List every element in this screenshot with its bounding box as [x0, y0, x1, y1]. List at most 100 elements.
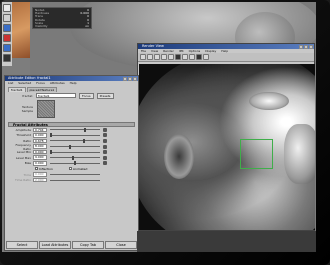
rotate-tool-icon[interactable]: [3, 44, 11, 52]
render-view-window: Render View File View Render IPR Options…: [137, 43, 315, 231]
minimize-icon[interactable]: [299, 44, 303, 49]
map-texture-icon[interactable]: [103, 127, 107, 132]
attribute-slider[interactable]: [50, 138, 100, 143]
tab-fractal1[interactable]: fractal1: [8, 87, 26, 92]
checkbox-box[interactable]: [35, 167, 38, 171]
node-tabs: fractal1 place2dTexture1: [5, 85, 138, 92]
section-title: Fractal Attributes: [13, 123, 48, 127]
menu-help[interactable]: Help: [70, 81, 77, 85]
map-texture-icon[interactable]: [103, 150, 107, 155]
menu-list[interactable]: List: [8, 81, 13, 85]
attribute-value-field[interactable]: 9.000: [33, 155, 47, 161]
attribute-slider[interactable]: [50, 133, 100, 138]
maximize-icon[interactable]: [128, 76, 132, 81]
focus-button[interactable]: Focus: [79, 92, 94, 99]
rendered-eye: [249, 92, 289, 110]
copy-tab-button[interactable]: Copy Tab: [72, 241, 104, 249]
attribute-value-field[interactable]: 0.000: [33, 161, 47, 166]
select-tool-icon[interactable]: [3, 4, 11, 12]
attribute-value-field[interactable]: 0.000: [33, 149, 47, 155]
menu-options[interactable]: Options: [189, 49, 201, 53]
map-texture-icon[interactable]: [103, 138, 107, 143]
inflection-checkbox[interactable]: Inflection: [35, 167, 53, 171]
attribute-slider[interactable]: [50, 144, 100, 149]
redo-render-icon[interactable]: [140, 54, 146, 60]
node-name-field[interactable]: fractal1: [36, 93, 76, 98]
close-icon[interactable]: [309, 44, 313, 49]
menu-file[interactable]: File: [141, 49, 146, 53]
presets-button[interactable]: Presets: [96, 92, 114, 99]
monitor-bezel: Node1 0 Hardness 0.000 Trans 0 Rotate 0 Scale 1 Vi…: [0, 0, 330, 265]
maximize-icon[interactable]: [304, 44, 308, 49]
editor-footer: Select Load Attributes Copy Tab Close: [6, 241, 137, 249]
channel-row[interactable]: Visibility on: [35, 23, 89, 28]
attribute-slider[interactable]: [50, 127, 100, 132]
slider-knob[interactable]: [82, 138, 85, 143]
map-texture-icon[interactable]: [103, 133, 107, 138]
slider-track: [50, 140, 100, 142]
menu-help[interactable]: Help: [221, 49, 228, 53]
paint-tool-icon[interactable]: [3, 24, 11, 32]
ipr-render-icon[interactable]: [147, 54, 153, 60]
node-name-row: fractal: fractal1 Focus Presets: [5, 92, 138, 99]
menu-render[interactable]: Render: [163, 49, 174, 53]
zoom-icon[interactable]: [189, 54, 195, 60]
texture-sample-swatch[interactable]: [37, 100, 55, 118]
lower-panel: [137, 231, 316, 252]
slider-track: [50, 157, 100, 159]
attribute-slider[interactable]: [50, 161, 100, 166]
refresh-icon[interactable]: [154, 54, 160, 60]
attribute-slider[interactable]: [50, 150, 100, 155]
checkbox-box[interactable]: [68, 167, 72, 171]
close-button[interactable]: Close: [105, 241, 137, 249]
slider-knob[interactable]: [74, 161, 76, 166]
snapshot-icon[interactable]: [168, 54, 174, 60]
slider-knob[interactable]: [50, 150, 52, 155]
slider-knob[interactable]: [83, 127, 86, 132]
rendered-ear: [164, 134, 194, 179]
menu-display[interactable]: Display: [205, 49, 216, 53]
menu-focus[interactable]: Focus: [36, 81, 45, 85]
move-tool-icon[interactable]: [3, 34, 11, 42]
render-image[interactable]: [139, 64, 315, 230]
channel-name: Visibility: [35, 23, 48, 28]
attribute-value-field[interactable]: 0.704: [33, 127, 47, 133]
render-region-marquee[interactable]: [240, 139, 273, 169]
attribute-value-field[interactable]: 0.000: [33, 133, 47, 138]
node-name-label: fractal:: [22, 93, 33, 98]
load-attributes-button[interactable]: Load Attributes: [39, 241, 71, 249]
attribute-slider[interactable]: [50, 155, 100, 160]
alpha-channel-icon[interactable]: [182, 54, 188, 60]
slider-knob[interactable]: [71, 155, 74, 160]
menu-ipr[interactable]: IPR: [179, 49, 184, 53]
channel-value[interactable]: on: [85, 24, 89, 28]
slider-track: [50, 146, 100, 148]
map-texture-icon[interactable]: [103, 155, 107, 160]
remove-image-icon[interactable]: [203, 54, 209, 60]
slider-track: [50, 129, 100, 131]
map-texture-icon[interactable]: [103, 144, 107, 149]
tab-place2dtexture1[interactable]: place2dTexture1: [26, 87, 58, 92]
select-button[interactable]: Select: [6, 241, 38, 249]
scale-tool-icon[interactable]: [3, 54, 11, 62]
slider-knob[interactable]: [69, 144, 72, 149]
rgb-channel-icon[interactable]: [175, 54, 181, 60]
attribute-value-field[interactable]: 0.678: [33, 138, 47, 144]
menu-view[interactable]: View: [151, 49, 158, 53]
map-texture-icon[interactable]: [103, 161, 107, 166]
close-icon[interactable]: [133, 76, 137, 81]
keep-image-icon[interactable]: [196, 54, 202, 60]
region-render-icon[interactable]: [161, 54, 167, 60]
attribute-label: Threshold: [16, 133, 31, 138]
attribute-value-field[interactable]: 8.000: [33, 144, 47, 149]
lasso-tool-icon[interactable]: [3, 14, 11, 22]
attribute-label: Amplitude: [15, 127, 31, 132]
minimize-icon[interactable]: [123, 76, 127, 81]
texture-sample-label: Texture Sample: [21, 105, 33, 113]
menu-attributes[interactable]: Attributes: [50, 81, 65, 85]
texture-thumbnail: [12, 2, 30, 58]
animated-checkbox[interactable]: Animated: [68, 167, 87, 171]
slider-knob[interactable]: [50, 133, 52, 138]
menu-selected[interactable]: Selected: [18, 81, 31, 85]
slider-track: [50, 179, 100, 181]
